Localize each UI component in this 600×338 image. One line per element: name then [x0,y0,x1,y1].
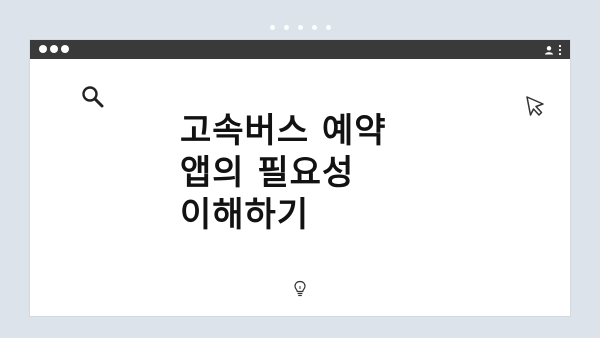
lightbulb-icon [294,280,306,297]
dot [269,25,275,30]
user-icon[interactable] [544,45,554,55]
pagination-dots [0,25,600,30]
dot [283,25,289,30]
page-title: 고속버스 예약 앱의 필요성 이해하기 [180,110,440,236]
search-icon [82,86,104,108]
browser-window: 고속버스 예약 앱의 필요성 이해하기 [30,40,570,316]
close-window-dot[interactable] [39,45,47,53]
dot [325,25,331,30]
kebab-menu-icon[interactable] [558,44,562,56]
dot [311,25,317,30]
title-line: 고속버스 예약 [180,111,387,151]
minimize-window-dot[interactable] [50,45,58,53]
page: 고속버스 예약 앱의 필요성 이해하기 [0,0,600,338]
dot [297,25,303,30]
window-content: 고속버스 예약 앱의 필요성 이해하기 [30,59,570,316]
title-line: 앱의 필요성 [180,153,355,193]
window-titlebar [30,40,570,59]
title-line: 이해하기 [180,195,310,235]
cursor-icon [526,96,544,116]
titlebar-actions [544,42,562,57]
maximize-window-dot[interactable] [61,45,69,53]
